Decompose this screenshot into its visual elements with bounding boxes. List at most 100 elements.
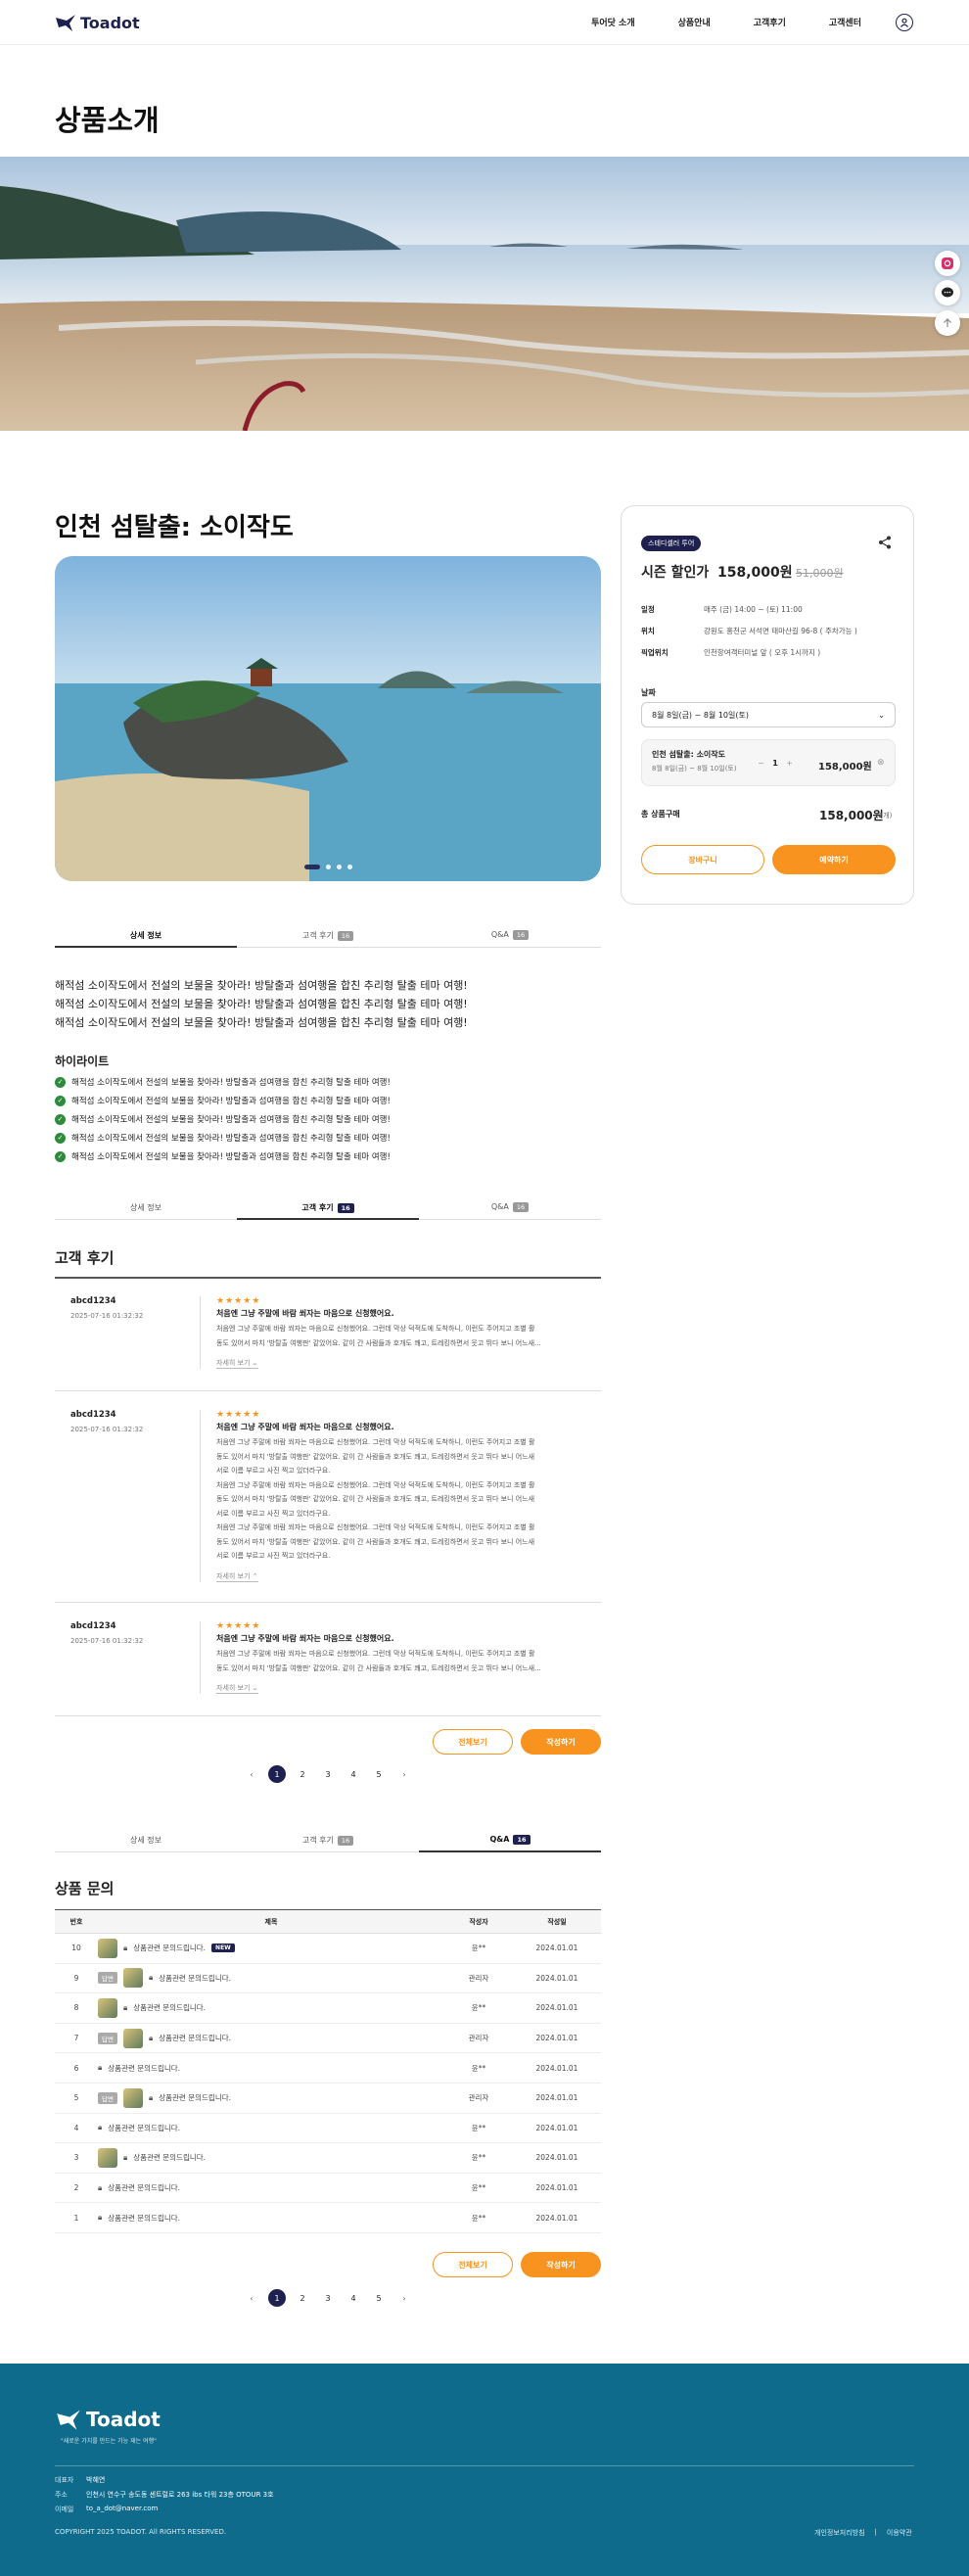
tab-review[interactable]: 고객 후기 16 [237, 926, 419, 947]
site-header: Toadot 투어닷 소개 상품안내 고객후기 고객센터 [0, 0, 969, 45]
read-more-link[interactable]: 자세히 보기 ⌄ [216, 1683, 258, 1694]
share-icon[interactable] [878, 536, 892, 549]
read-less-link[interactable]: 자세히 보기 ⌃ [216, 1571, 258, 1582]
date-select[interactable]: 8월 8일(금) ~ 8월 10일(토) ⌄ [641, 702, 896, 727]
review-item: abcd1234 2025-07-16 01:32:32 ★★★★★ 처음엔 그… [55, 1410, 601, 1586]
original-price: 51,000원 [796, 567, 844, 580]
highlight-text: 해적섬 소이작도에서 전설의 보물을 찾아라! 방탈출과 섬여행을 합친 추리형… [71, 1115, 391, 1125]
plus-icon[interactable]: + [786, 759, 793, 768]
qa-title[interactable]: 상품관련 문의드립니다. [133, 2152, 206, 2163]
footer-logo[interactable]: Toadot [55, 2407, 161, 2432]
tab-review[interactable]: 고객 후기 16 [237, 1198, 419, 1220]
nav-about[interactable]: 투어닷 소개 [591, 16, 635, 28]
qa-table: 번호 제목 작성자 작성일 10 🔒︎ 상품관련 문의드립니다. NEW 윤** 2024… [55, 1909, 601, 2233]
qa-date: 2024.01.01 [513, 2113, 601, 2144]
gallery-dot[interactable] [325, 865, 331, 869]
terms-link[interactable]: 이용약관 [887, 2528, 912, 2538]
review-text: 처음엔 그냥 주말에 바람 쐬자는 마음으로 신청했어요. 그런데 막상 덕적도… [216, 1322, 591, 1350]
page-1[interactable]: 1 [268, 2289, 286, 2307]
privacy-link[interactable]: 개인정보처리방침 [814, 2528, 865, 2538]
gallery-dot-active[interactable] [303, 865, 320, 869]
tab-label: 상세 정보 [130, 1836, 162, 1845]
gallery-indicator [55, 865, 601, 869]
divider [55, 1602, 601, 1603]
qa-title[interactable]: 상품관련 문의드립니다. [133, 1943, 206, 1953]
review-line: 동도 있어서 마치 '방탈출 여행판' 같았어요. 같이 간 사람들과 호개도 … [216, 1495, 535, 1503]
qa-title[interactable]: 상품관련 문의드립니다. [108, 2182, 180, 2193]
new-badge: NEW [211, 1944, 235, 1953]
quantity-value: 1 [772, 758, 778, 768]
info-value: 강원도 홍천군 서석면 태마산길 96-8 ( 주차가능 ) [704, 627, 857, 635]
nav-products[interactable]: 상품안내 [678, 16, 711, 28]
qa-all-button[interactable]: 전체보기 [433, 2252, 513, 2277]
minus-icon[interactable]: − [758, 759, 764, 768]
qa-title[interactable]: 상품관련 문의드립니다. [159, 1973, 231, 1984]
qa-title[interactable]: 상품관련 문의드립니다. [159, 2092, 231, 2103]
footer-slogan: "새로운 가치를 만드는 가능 재는 여행" [61, 2438, 157, 2445]
page-3[interactable]: 3 [319, 1765, 337, 1783]
qa-number: 2 [55, 2173, 98, 2204]
close-icon[interactable]: ⊗ [877, 758, 885, 768]
review-section-title: 고객 후기 [55, 1249, 115, 1267]
review-all-button[interactable]: 전체보기 [433, 1729, 513, 1755]
tab-qa[interactable]: Q&A 16 [419, 1198, 601, 1219]
tab-detail[interactable]: 상세 정보 [55, 1198, 237, 1219]
qa-row[interactable]: 10 🔒︎ 상품관련 문의드립니다. NEW 윤** 2024.01.01 [55, 1933, 601, 1964]
logo[interactable]: Toadot [55, 12, 140, 33]
instagram-icon[interactable] [935, 251, 960, 276]
qa-title[interactable]: 상품관련 문의드립니다. [133, 2002, 206, 2013]
tab-detail[interactable]: 상세 정보 [55, 1831, 237, 1851]
chevron-right-icon[interactable]: › [395, 1765, 413, 1783]
scroll-top-icon[interactable] [935, 310, 960, 336]
nav-reviews[interactable]: 고객후기 [754, 16, 786, 28]
cart-button[interactable]: 장바구니 [641, 845, 764, 874]
book-button[interactable]: 예약하기 [772, 845, 896, 874]
user-icon[interactable] [896, 14, 913, 31]
tab-detail[interactable]: 상세 정보 [55, 926, 237, 948]
page-4[interactable]: 4 [345, 1765, 362, 1783]
tab-review[interactable]: 고객 후기 16 [237, 1831, 419, 1851]
review-line: 동도 있어서 마치 '방탈출 여행판' 같았어요. 같이 간 사람들과 호개도 … [216, 1452, 535, 1461]
highlight-text: 해적섬 소이작도에서 전설의 보물을 찾아라! 방탈출과 섬여행을 합친 추리형… [71, 1078, 391, 1088]
qa-title-cell: 🔒︎ 상품관련 문의드립니다. [98, 1992, 444, 2024]
tab-qa[interactable]: Q&A 16 [419, 1831, 601, 1852]
page-2[interactable]: 2 [294, 1765, 311, 1783]
qa-row[interactable]: 3 🔒︎ 상품관련 문의드립니다. 윤** 2024.01.01 [55, 2142, 601, 2174]
product-gallery[interactable] [55, 556, 601, 881]
qa-row[interactable]: 5 답변 🔒︎ 상품관련 문의드립니다. 관리자 2024.01.01 [55, 2083, 601, 2114]
qa-row[interactable]: 1 🔒︎ 상품관련 문의드립니다. 윤** 2024.01.01 [55, 2202, 601, 2233]
page-3[interactable]: 3 [319, 2289, 337, 2307]
info-value: 매주 (금) 14:00 ~ (토) 11:00 [704, 605, 803, 614]
page-2[interactable]: 2 [294, 2289, 311, 2307]
qa-date: 2024.01.01 [513, 2083, 601, 2114]
rating-stars: ★★★★★ [216, 1296, 261, 1306]
qa-title[interactable]: 상품관련 문의드립니다. [159, 2033, 231, 2043]
read-more-link[interactable]: 자세히 보기 ⌄ [216, 1358, 258, 1369]
chevron-right-icon[interactable]: › [395, 2289, 413, 2307]
chat-icon[interactable] [935, 280, 960, 305]
review-line: 동도 있어서 마치 '방탈출 여행판' 같았어요. 같이 간 사람들과 호개도 … [216, 1338, 541, 1347]
qa-row[interactable]: 8 🔒︎ 상품관련 문의드립니다. 윤** 2024.01.01 [55, 1992, 601, 2024]
qa-row[interactable]: 6 🔒︎ 상품관련 문의드립니다. 윤** 2024.01.01 [55, 2052, 601, 2084]
page-5[interactable]: 5 [370, 2289, 388, 2307]
qa-write-button[interactable]: 작성하기 [521, 2252, 601, 2277]
tab-label: Q&A [490, 930, 509, 939]
qa-title[interactable]: 상품관련 문의드립니다. [108, 2123, 180, 2133]
chevron-left-icon[interactable]: ‹ [243, 1765, 260, 1783]
page-5[interactable]: 5 [370, 1765, 388, 1783]
tab-qa[interactable]: Q&A 16 [419, 926, 601, 947]
qa-title[interactable]: 상품관련 문의드립니다. [108, 2063, 180, 2074]
review-write-button[interactable]: 작성하기 [521, 1729, 601, 1755]
lock-icon: 🔒︎ [123, 2002, 128, 2012]
qa-title[interactable]: 상품관련 문의드립니다. [108, 2213, 180, 2224]
nav-support[interactable]: 고객센터 [829, 16, 861, 28]
page-4[interactable]: 4 [345, 2289, 362, 2307]
page-1[interactable]: 1 [268, 1765, 286, 1783]
gallery-dot[interactable] [346, 865, 352, 869]
qa-row[interactable]: 4 🔒︎ 상품관련 문의드립니다. 윤** 2024.01.01 [55, 2113, 601, 2144]
qa-row[interactable]: 9 답변 🔒︎ 상품관련 문의드립니다. 관리자 2024.01.01 [55, 1963, 601, 1994]
qa-row[interactable]: 7 답변 🔒︎ 상품관련 문의드립니다. 관리자 2024.01.01 [55, 2023, 601, 2054]
chevron-left-icon[interactable]: ‹ [243, 2289, 260, 2307]
gallery-dot[interactable] [336, 865, 342, 869]
qa-row[interactable]: 2 🔒︎ 상품관련 문의드립니다. 윤** 2024.01.01 [55, 2173, 601, 2204]
